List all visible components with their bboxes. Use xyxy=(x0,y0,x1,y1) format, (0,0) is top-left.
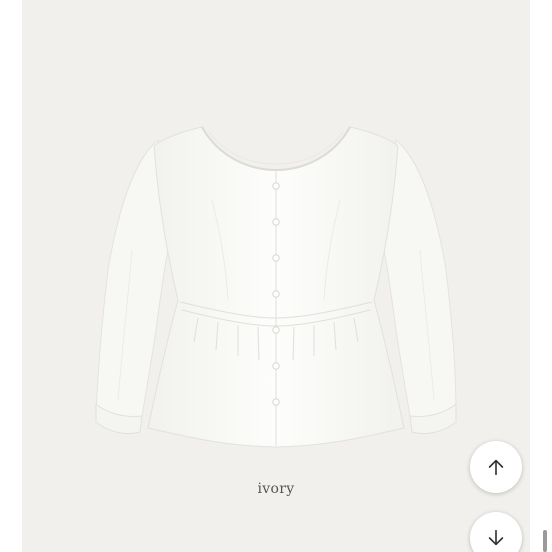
scrollbar-thumb[interactable] xyxy=(543,530,547,552)
color-caption: ivory xyxy=(257,481,295,497)
scroll-up-button[interactable] xyxy=(470,441,522,493)
arrow-up-icon xyxy=(488,459,504,476)
product-image-panel: ivory xyxy=(22,0,530,552)
arrow-down-icon xyxy=(488,529,504,546)
blouse-image xyxy=(95,126,457,448)
page: ivory xyxy=(0,0,552,552)
